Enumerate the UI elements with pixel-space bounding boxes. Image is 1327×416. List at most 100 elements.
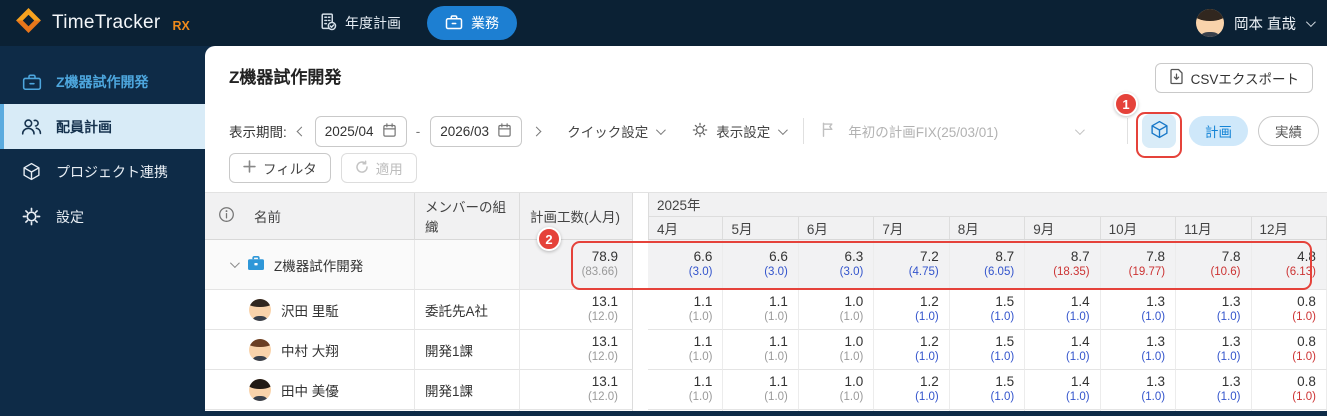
sidebar-item-project[interactable]: Z機器試作開発 [0, 59, 205, 104]
chevron-down-icon [778, 124, 789, 135]
month-value-cell[interactable]: 1.1 (1.0) [648, 290, 724, 330]
month-value-cell[interactable]: 1.2 (1.0) [874, 370, 950, 410]
nav-yearly-plan-label: 年度計画 [345, 15, 401, 31]
month-value-cell[interactable]: 7.8 (10.6) [1176, 240, 1252, 290]
expander-icon[interactable] [229, 258, 240, 269]
toolbar-divider [1127, 118, 1128, 144]
month-value-cell[interactable]: 1.3 (1.0) [1176, 330, 1252, 370]
app-logo[interactable]: TimeTracker RX [15, 7, 190, 39]
range-separator: - [415, 123, 421, 139]
month-value-cell[interactable]: 1.4 (1.0) [1025, 290, 1101, 330]
month-value-cell[interactable]: 1.0 (1.0) [798, 290, 875, 330]
csv-export-button[interactable]: CSVエクスポート [1154, 63, 1313, 93]
apply-button[interactable]: 適用 [340, 153, 417, 183]
period-start-input[interactable]: 2025/04 [314, 115, 407, 147]
month-header: 4月 [648, 216, 724, 239]
row-effort-cell[interactable]: 78.9 (83.66) [520, 240, 633, 290]
month-value-cell[interactable]: 1.4 (1.0) [1025, 330, 1101, 370]
sidebar-item-label: プロジェクト連携 [56, 163, 168, 180]
apply-label: 適用 [375, 162, 403, 177]
month-value-cell[interactable]: 7.2 (4.75) [874, 240, 950, 290]
month-value-cell[interactable]: 1.3 (1.0) [1176, 290, 1252, 330]
table-row[interactable]: Z機器試作開発 78.9 (83.66) 6.6 (3.0) 6.6 (3.0) 6.3 (3.… [205, 240, 1327, 290]
table-row[interactable]: 田中 美優 開発1課 13.1 (12.0) 1.1 (1.0) 1.1 (1.0) 1.0 (1… [205, 370, 1327, 410]
month-value-cell[interactable]: 1.3 (1.0) [1100, 290, 1177, 330]
row-name-label: 田中 美優 [281, 383, 339, 399]
actual-toggle-button[interactable]: 実績 [1258, 116, 1319, 146]
month-value-cell[interactable]: 1.3 (1.0) [1100, 330, 1177, 370]
next-period-button[interactable] [531, 126, 542, 136]
month-value-cell[interactable]: 1.0 (1.0) [798, 330, 875, 370]
row-effort-cell[interactable]: 13.1 (12.0) [520, 290, 633, 330]
month-value-cell[interactable]: 1.2 (1.0) [874, 330, 950, 370]
quick-settings-dropdown[interactable]: クイック設定 [567, 121, 667, 141]
year-header: 2025年 [648, 193, 1327, 217]
snapshot-select[interactable]: 年初の計画FIX(25/03/01) [820, 121, 1086, 141]
cube-icon [21, 162, 42, 181]
month-value-cell[interactable]: 4.8 (6.13) [1251, 240, 1327, 290]
table-row [205, 410, 1327, 411]
table-body: Z機器試作開発 78.9 (83.66) 6.6 (3.0) 6.6 (3.0) 6.3 (3.… [205, 240, 1327, 411]
row-name-label: 沢田 里駈 [281, 303, 339, 319]
project-briefcase-icon [247, 255, 265, 274]
month-value-cell[interactable]: 1.1 (1.0) [723, 370, 799, 410]
row-effort-cell[interactable]: 13.1 (12.0) [520, 330, 633, 370]
table-header: 名前 メンバーの組織 計画工数(人月) 2025年 4月 5月 6月 7月 8月 9月 10… [205, 192, 1327, 240]
month-value-cell[interactable]: 0.8 (1.0) [1251, 370, 1327, 410]
nav-yearly-plan[interactable]: 年度計画 [318, 12, 401, 34]
month-value-cell[interactable]: 6.6 (3.0) [723, 240, 799, 290]
sidebar-item-settings[interactable]: 設定 [0, 194, 205, 239]
plan-toggle-button[interactable]: 計画 [1189, 116, 1248, 146]
month-value-cell[interactable]: 1.1 (1.0) [648, 370, 724, 410]
building-check-icon [318, 12, 337, 34]
cube-view-button[interactable] [1142, 114, 1176, 148]
logo-suffix: RX [172, 18, 190, 33]
period-end-value: 2026/03 [440, 123, 490, 139]
frozen-pane-gap [633, 330, 648, 370]
prev-period-button[interactable] [296, 126, 307, 136]
month-value-cell[interactable]: 8.7 (18.35) [1025, 240, 1101, 290]
month-value-cell[interactable]: 1.3 (1.0) [1100, 370, 1177, 410]
member-avatar [249, 378, 271, 401]
month-value-cell[interactable]: 1.1 (1.0) [648, 330, 724, 370]
month-value-cell[interactable]: 6.3 (3.0) [798, 240, 875, 290]
sidebar: Z機器試作開発 配員計画 プロジェクト連携 設定 [0, 46, 205, 411]
month-value-cell[interactable]: 1.5 (1.0) [949, 330, 1026, 370]
month-value-cell[interactable]: 1.3 (1.0) [1176, 370, 1252, 410]
add-filter-button[interactable]: フィルタ [229, 153, 331, 183]
frozen-pane-gap [633, 193, 648, 240]
period-end-input[interactable]: 2026/03 [430, 115, 523, 147]
sidebar-item-project-link[interactable]: プロジェクト連携 [0, 149, 205, 194]
month-value-cell[interactable]: 1.2 (1.0) [874, 290, 950, 330]
timetracker-logo-icon [15, 7, 42, 39]
month-header: 10月 [1100, 216, 1177, 239]
chevron-down-icon [1075, 124, 1086, 135]
sidebar-item-staffing-plan[interactable]: 配員計画 [0, 104, 205, 149]
month-value-cell[interactable]: 1.1 (1.0) [723, 290, 799, 330]
annotation-badge-2: 2 [537, 227, 561, 251]
month-value-cell[interactable]: 0.8 (1.0) [1251, 330, 1327, 370]
user-menu[interactable]: 岡本 直哉 [1195, 9, 1316, 37]
month-value-cell[interactable]: 1.1 (1.0) [723, 330, 799, 370]
month-value-cell[interactable]: 0.8 (1.0) [1251, 290, 1327, 330]
month-value-cell[interactable]: 8.7 (6.05) [949, 240, 1026, 290]
month-value-cell[interactable]: 1.5 (1.0) [949, 370, 1026, 410]
month-value-cell[interactable]: 1.4 (1.0) [1025, 370, 1101, 410]
month-header: 9月 [1025, 216, 1101, 239]
month-header: 12月 [1251, 216, 1327, 239]
display-settings-dropdown[interactable]: 表示設定 [692, 121, 789, 141]
nav-work[interactable]: 業務 [427, 6, 517, 40]
month-value-cell[interactable]: 7.8 (19.77) [1100, 240, 1177, 290]
month-value-cell[interactable]: 1.5 (1.0) [949, 290, 1026, 330]
info-icon[interactable] [218, 206, 235, 226]
row-effort-cell[interactable]: 13.1 (12.0) [520, 370, 633, 410]
table-row[interactable]: 沢田 里駈 委託先A社 13.1 (12.0) 1.1 (1.0) 1.1 (1.0) 1.0(… [205, 290, 1327, 330]
refresh-icon [355, 159, 369, 177]
toolbar-divider [803, 118, 805, 144]
user-name: 岡本 直哉 [1233, 16, 1296, 33]
table-row[interactable]: 中村 大翔 開発1課 13.1 (12.0) 1.1 (1.0) 1.1 (1.0) 1.0 (1… [205, 330, 1327, 370]
month-value-cell[interactable]: 6.6 (3.0) [648, 240, 724, 290]
member-avatar [249, 338, 271, 361]
member-avatar [249, 298, 271, 321]
month-value-cell[interactable]: 1.0 (1.0) [798, 370, 875, 410]
